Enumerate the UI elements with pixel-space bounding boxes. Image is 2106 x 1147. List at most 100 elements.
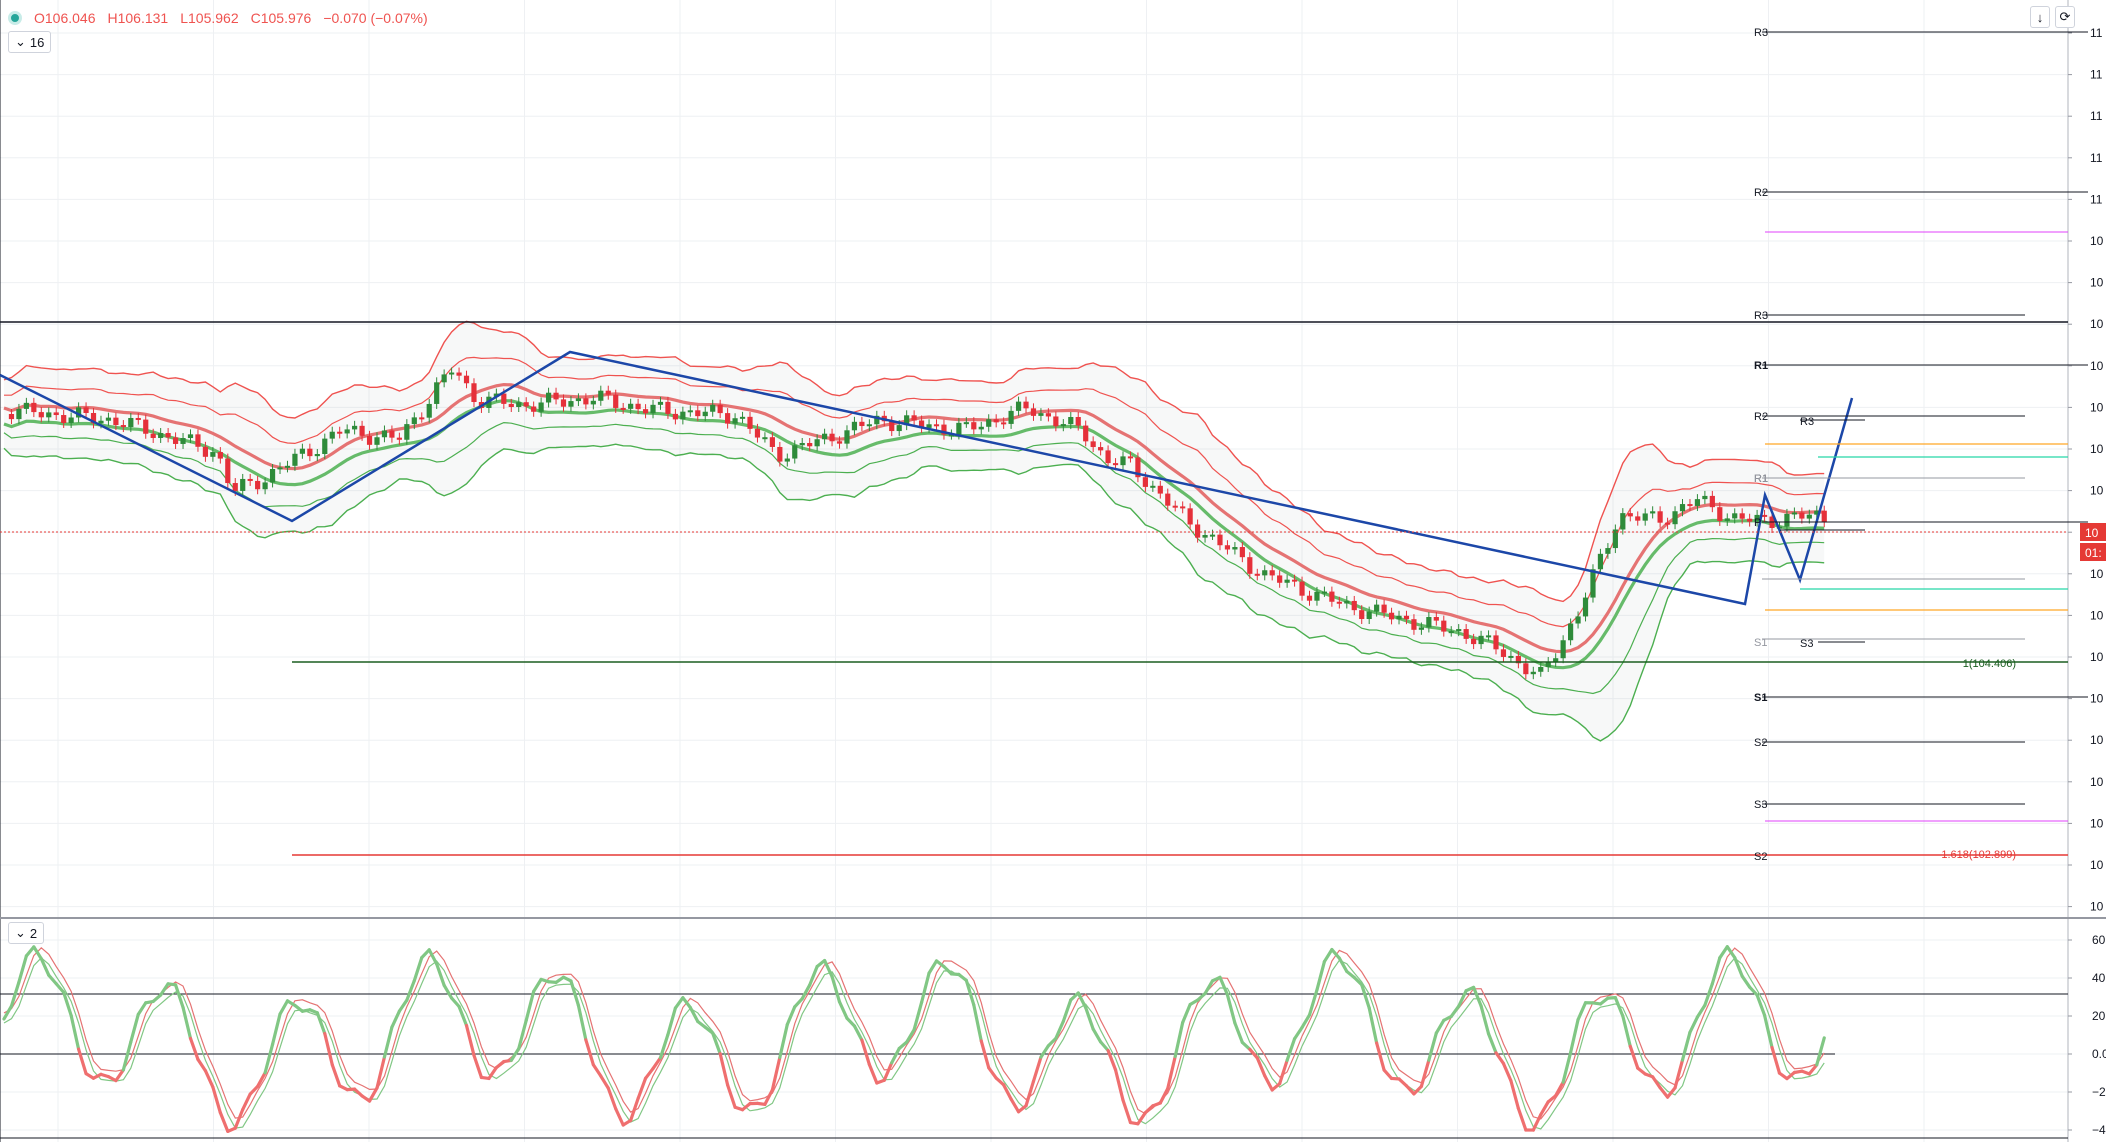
candle-body — [1568, 624, 1573, 641]
candle-body — [188, 434, 193, 438]
pivot-label-s3: S3 — [1754, 799, 1767, 811]
candle-body — [583, 398, 588, 404]
candle-body — [1255, 574, 1260, 576]
candle-body — [770, 437, 775, 447]
candle-body — [1307, 596, 1312, 601]
price-axis-label: 10 — [2090, 359, 2104, 373]
price-axis-label: 10 — [2090, 567, 2104, 581]
price-axis-label: 10 — [2090, 276, 2104, 290]
candle-body — [1076, 417, 1081, 426]
candle-body — [621, 408, 626, 410]
candle-body — [1225, 545, 1230, 549]
candle-body — [1620, 513, 1625, 529]
osc-signal-red — [4, 948, 1824, 1119]
candle-body — [844, 430, 849, 443]
candle-body — [867, 424, 872, 426]
candle-body — [964, 422, 969, 424]
indicators-toggle-button[interactable]: ⌄ 16 — [8, 31, 51, 53]
candle-body — [54, 412, 59, 415]
candle-body — [815, 439, 820, 446]
candle-body — [539, 402, 544, 411]
pivot-label-r3: R3 — [1754, 310, 1768, 322]
osc-main-segment — [1160, 1089, 1167, 1104]
candle-body — [598, 391, 603, 401]
candle-body — [1396, 616, 1401, 620]
chart-root[interactable]: R3R2R3R1R2R1PS1S2S3S2S1R1R3S31(104.406)1… — [0, 0, 2106, 1142]
candle-body — [158, 433, 163, 438]
fib-label-1618: 1.618(102.899) — [1941, 849, 2016, 861]
osc-main-segment — [1668, 1088, 1675, 1097]
candle-body — [732, 418, 737, 423]
osc-main-segment — [1518, 1108, 1525, 1130]
osc-main-segment — [1384, 1070, 1391, 1078]
price-axis-label: 11 — [2090, 68, 2103, 82]
candle-body — [1710, 496, 1715, 507]
price-axis-label: 10 — [2090, 234, 2104, 248]
osc-main-segment — [64, 992, 71, 1015]
candle-body — [315, 454, 320, 456]
candle-body — [1352, 601, 1357, 610]
candle-body — [1240, 547, 1245, 557]
candle-body — [412, 417, 417, 424]
price-axis-label: 10 — [2090, 900, 2104, 914]
candle-body — [650, 405, 655, 413]
candle-body — [1270, 570, 1275, 575]
candle-body — [658, 402, 663, 405]
pivot-label-r2: R2 — [1754, 187, 1768, 199]
candle-body — [1083, 426, 1088, 442]
candle-body — [1583, 598, 1588, 617]
price-chart[interactable]: R3R2R3R1R2R1PS1S2S3S2S1R1R3S31(104.406)1… — [0, 0, 2106, 1142]
osc-main-segment — [1324, 950, 1331, 962]
candle-body — [1023, 402, 1028, 409]
candle-body — [285, 466, 290, 468]
candle-body — [807, 443, 812, 446]
candle-body — [277, 467, 282, 469]
candle-body — [1105, 450, 1110, 463]
osc-main-segment — [593, 1065, 600, 1076]
osc-main-segment — [1220, 977, 1227, 994]
candle-body — [934, 424, 939, 426]
daily-pivot-label-s3: S3 — [1800, 638, 1813, 650]
candle-body — [46, 412, 51, 417]
candle-body — [434, 382, 439, 404]
candle-body — [665, 402, 670, 414]
candle-body — [382, 430, 387, 437]
open-value: O106.046 — [34, 10, 96, 26]
candle-body — [1590, 569, 1595, 597]
candle-body — [1262, 570, 1267, 575]
candle-body — [1419, 627, 1424, 629]
candle-body — [1143, 477, 1148, 487]
candle-body — [1635, 516, 1640, 520]
osc-main-segment — [79, 1049, 86, 1073]
candle-body — [509, 404, 514, 407]
candle-body — [1389, 613, 1394, 620]
candle-body — [1501, 649, 1506, 657]
osc-main-segment — [854, 1026, 861, 1040]
candle-body — [1247, 557, 1252, 574]
candle-body — [31, 403, 36, 412]
osc-main-segment — [1339, 958, 1346, 971]
osc-main-segment — [608, 1088, 615, 1109]
download-button[interactable]: ↓ — [2030, 6, 2050, 28]
candle-body — [516, 402, 521, 407]
countdown-tag-value: 01: — [2085, 546, 2102, 560]
price-axis-label: 10 — [2090, 400, 2104, 414]
osc-axis-label: 0.0 — [2092, 1047, 2106, 1061]
osc-main-segment — [646, 1069, 653, 1079]
oscillator-toggle-button[interactable]: ⌄ 2 — [8, 922, 44, 944]
candle-body — [330, 432, 335, 439]
candle-body — [1464, 629, 1469, 639]
candle-body — [442, 374, 447, 382]
candle-body — [61, 415, 66, 423]
candle-body — [1493, 635, 1498, 649]
refresh-button[interactable]: ⟳ — [2055, 6, 2075, 28]
candle-body — [1665, 523, 1670, 525]
candle-body — [1374, 605, 1379, 612]
candle-body — [1367, 612, 1372, 619]
candle-body — [255, 481, 260, 489]
candle-body — [1441, 621, 1446, 632]
price-axis-label: 10 — [2090, 775, 2104, 789]
candle-body — [1456, 629, 1461, 631]
candle-body — [263, 482, 268, 489]
close-value: C105.976 — [251, 10, 312, 26]
